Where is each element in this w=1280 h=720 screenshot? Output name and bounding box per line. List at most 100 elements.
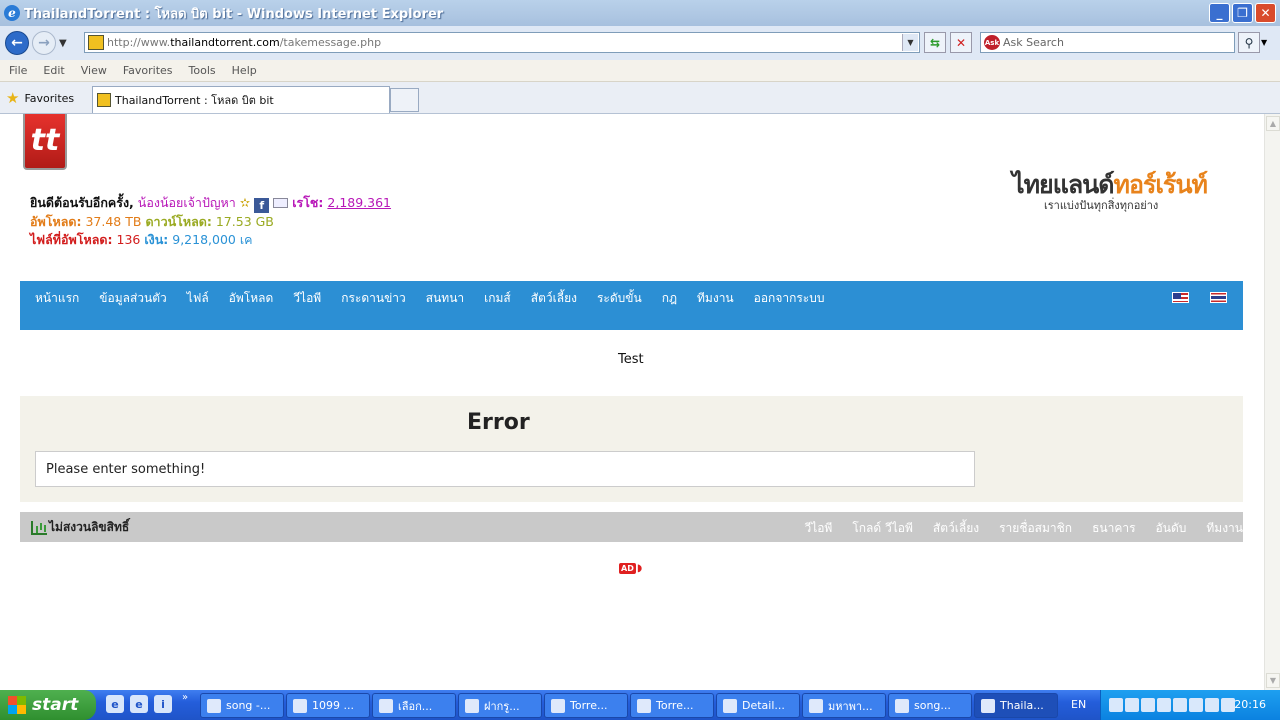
nav-item[interactable]: ออกจากระบบ	[754, 289, 825, 308]
address-bar[interactable]: http://www. thailandtorrent.com/takemessa…	[84, 32, 920, 53]
user-info-panel: ยินดีต้อนรับอีกครั้ง, น้องน้อยเจ้าปัญหา …	[30, 194, 391, 249]
thai-flag-icon[interactable]	[1210, 292, 1227, 303]
download-value: 17.53 GB	[215, 214, 274, 229]
taskbar-window-button[interactable]: song...	[888, 693, 972, 718]
taskbar-window-button[interactable]: มหาพา...	[802, 693, 886, 718]
english-flag-icon[interactable]	[1172, 292, 1189, 303]
taskbar-window-button[interactable]: 1099 ...	[286, 693, 370, 718]
nav-item[interactable]: อัพโหลด	[229, 289, 274, 308]
user-files-row: ไฟล์ที่อัพโหลด: 136 เงิน: 9,218,000 เค	[30, 231, 391, 249]
page-viewport: tt ยินดีต้อนรับอีกครั้ง, น้องน้อยเจ้าปัญ…	[0, 114, 1264, 690]
ratio-value[interactable]: 2,189.361	[327, 195, 391, 210]
nav-item[interactable]: สนทนา	[426, 289, 464, 308]
start-button[interactable]: start	[0, 690, 96, 720]
quicklaunch-more-icon[interactable]: »	[182, 692, 188, 703]
tab-thailandtorrent[interactable]: ThailandTorrent : โหลด บิต bit	[92, 86, 390, 113]
nav-item[interactable]: ทีมงาน	[697, 289, 734, 308]
taskbar-window-button[interactable]: Thaila...	[974, 693, 1058, 718]
close-button[interactable]: ✕	[1255, 3, 1276, 23]
tray-shield-icon[interactable]	[1125, 698, 1139, 712]
menu-favorites[interactable]: Favorites	[123, 64, 173, 77]
vertical-scrollbar[interactable]: ▲ ▼	[1264, 114, 1280, 690]
menu-help[interactable]: Help	[232, 64, 257, 77]
star-icon: ✫	[239, 195, 251, 210]
taskbar-window-label: มหาพา...	[828, 699, 873, 713]
favorites-button[interactable]: ★ Favorites	[6, 89, 74, 107]
menu-file[interactable]: File	[9, 64, 27, 77]
nav-item[interactable]: ระดับขั้น	[597, 289, 642, 308]
window-controls: _ ❐ ✕	[1209, 3, 1276, 23]
taskbar-window-button[interactable]: เลือก...	[372, 693, 456, 718]
tray-edit-icon[interactable]	[1221, 698, 1235, 712]
brand-title-part-a: ไทยแลนด์	[1012, 170, 1114, 199]
window-app-icon	[809, 698, 823, 713]
nav-item[interactable]: ข้อมูลส่วนตัว	[99, 289, 166, 308]
nav-item[interactable]: หน้าแรก	[35, 289, 79, 308]
footer-link[interactable]: สัตว์เลี้ยง	[933, 519, 979, 538]
scroll-down-icon[interactable]: ▼	[1266, 673, 1280, 688]
tray-computer-icon[interactable]	[1141, 698, 1155, 712]
menu-tools[interactable]: Tools	[189, 64, 216, 77]
scroll-up-icon[interactable]: ▲	[1266, 116, 1280, 131]
username-link[interactable]: น้องน้อยเจ้าปัญหา	[138, 195, 236, 210]
taskbar-window-button[interactable]: ฝากรู...	[458, 693, 542, 718]
site-logo[interactable]: tt	[23, 114, 67, 170]
footer-link[interactable]: วีไอพี	[804, 519, 832, 538]
window-title: ThailandTorrent : โหลด บิต bit - Windows…	[24, 6, 444, 22]
nav-item[interactable]: กระดานข่าว	[341, 289, 406, 308]
ie-logo-icon: e	[4, 5, 20, 21]
search-button[interactable]: ⚲	[1238, 32, 1260, 53]
search-placeholder: Ask Search	[1003, 36, 1064, 49]
footer-link[interactable]: โกลด์ วีไอพี	[852, 519, 913, 538]
menu-edit[interactable]: Edit	[43, 64, 64, 77]
mail-icon[interactable]	[273, 198, 289, 208]
footer-bar: ไม่สงวนลิขสิทธิ์ วีไอพี โกลด์ วีไอพี สัตว์…	[20, 512, 1243, 542]
new-tab-button[interactable]	[390, 88, 419, 112]
ie-alt-quicklaunch-icon[interactable]: e	[130, 695, 148, 713]
window-app-icon	[637, 698, 651, 713]
search-input[interactable]: Ask Ask Search	[980, 32, 1235, 53]
quick-launch: e e i	[106, 695, 172, 713]
chart-icon	[31, 520, 47, 535]
menu-view[interactable]: View	[81, 64, 107, 77]
facebook-icon[interactable]: f	[254, 198, 270, 213]
footer-link[interactable]: รายชื่อสมาชิก	[999, 519, 1072, 538]
back-button[interactable]: ←	[5, 31, 29, 55]
advertisement-icon[interactable]: AD ◗	[619, 561, 643, 575]
search-options-dropdown-icon[interactable]: ▼	[1261, 32, 1273, 53]
tray-alert-icon[interactable]	[1173, 698, 1187, 712]
user-welcome-row: ยินดีต้อนรับอีกครั้ง, น้องน้อยเจ้าปัญหา …	[30, 194, 391, 213]
url-path: /takemessage.php	[279, 36, 382, 49]
footer-link[interactable]: ธนาคาร	[1092, 519, 1135, 538]
taskbar-window-button[interactable]: Torre...	[630, 693, 714, 718]
tray-volume-icon[interactable]	[1205, 698, 1219, 712]
footer-link[interactable]: อันดับ	[1156, 519, 1187, 538]
clock: 20:16	[1234, 698, 1266, 711]
language-indicator[interactable]: EN	[1071, 698, 1086, 711]
stop-button[interactable]: ✕	[950, 32, 972, 53]
nav-item[interactable]: เกมส์	[484, 289, 511, 308]
info-quicklaunch-icon[interactable]: i	[154, 695, 172, 713]
recent-pages-dropdown-icon[interactable]: ▼	[59, 38, 67, 49]
tray-security-icon[interactable]	[1157, 698, 1171, 712]
taskbar-window-button[interactable]: Detail...	[716, 693, 800, 718]
minimize-button[interactable]: _	[1209, 3, 1230, 23]
ie-quicklaunch-icon[interactable]: e	[106, 695, 124, 713]
refresh-button[interactable]: ⇆	[924, 32, 946, 53]
footer-link[interactable]: ทีมงาน	[1206, 519, 1243, 538]
nav-item[interactable]: กฎ	[662, 289, 677, 308]
restore-button[interactable]: ❐	[1232, 3, 1253, 23]
nav-item[interactable]: วีไอพี	[293, 289, 321, 308]
favorites-label: Favorites	[24, 91, 75, 105]
tray-network-icon[interactable]	[1109, 698, 1123, 712]
taskbar-window-button[interactable]: Torre...	[544, 693, 628, 718]
address-dropdown-icon[interactable]: ▼	[902, 34, 918, 51]
forward-button[interactable]: →	[32, 31, 56, 55]
nav-item[interactable]: สัตว์เลี้ยง	[531, 289, 577, 308]
uploaded-files-label: ไฟล์ที่อัพโหลด:	[30, 232, 113, 247]
taskbar-window-label: Torre...	[570, 699, 608, 712]
brand-logo[interactable]: ไทยแลนด์ทอร์เร้นท์ เราแบ่งปันทุกสิ่งทุกอ…	[1012, 170, 1208, 212]
nav-item[interactable]: ไฟล์	[187, 289, 209, 308]
taskbar-window-button[interactable]: song -...	[200, 693, 284, 718]
tray-sync-icon[interactable]	[1189, 698, 1203, 712]
